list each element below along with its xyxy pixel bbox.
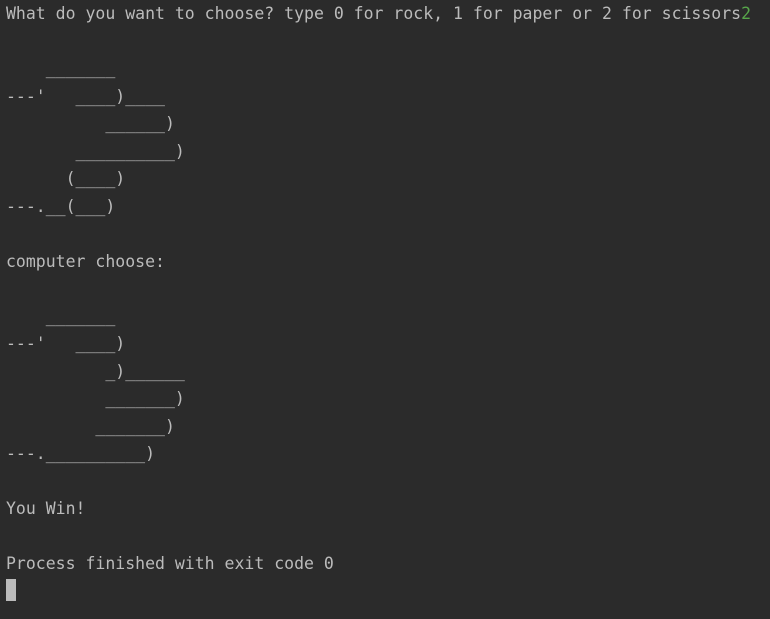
computer-art-line: ---' ____) xyxy=(6,334,126,353)
prompt-line: What do you want to choose? type 0 for r… xyxy=(6,0,751,28)
prompt-text: What do you want to choose? type 0 for r… xyxy=(6,4,742,23)
player-art-line: ---' ____)____ xyxy=(6,87,165,106)
player-art-line: ______) xyxy=(6,114,175,133)
result-line: You Win! xyxy=(6,499,86,518)
computer-label-line: computer choose: xyxy=(6,252,165,271)
computer-art-line: ---.__________) xyxy=(6,444,156,463)
user-input-text: 2 xyxy=(741,4,752,23)
player-art-line: _______ xyxy=(6,59,116,78)
player-art-line: __________) xyxy=(6,142,185,161)
computer-art-line: _______ xyxy=(6,307,116,326)
computer-art-line: _______) xyxy=(6,389,185,408)
player-art-line: (____) xyxy=(6,169,126,188)
computer-art-line: _)______ xyxy=(6,362,185,381)
text-caret xyxy=(6,579,16,601)
player-art-line: ---.__(___) xyxy=(6,197,116,216)
computer-art-line: _______) xyxy=(6,417,175,436)
run-console-output[interactable]: What do you want to choose? type 0 for r… xyxy=(0,0,770,619)
exit-message-line: Process finished with exit code 0 xyxy=(6,554,334,573)
